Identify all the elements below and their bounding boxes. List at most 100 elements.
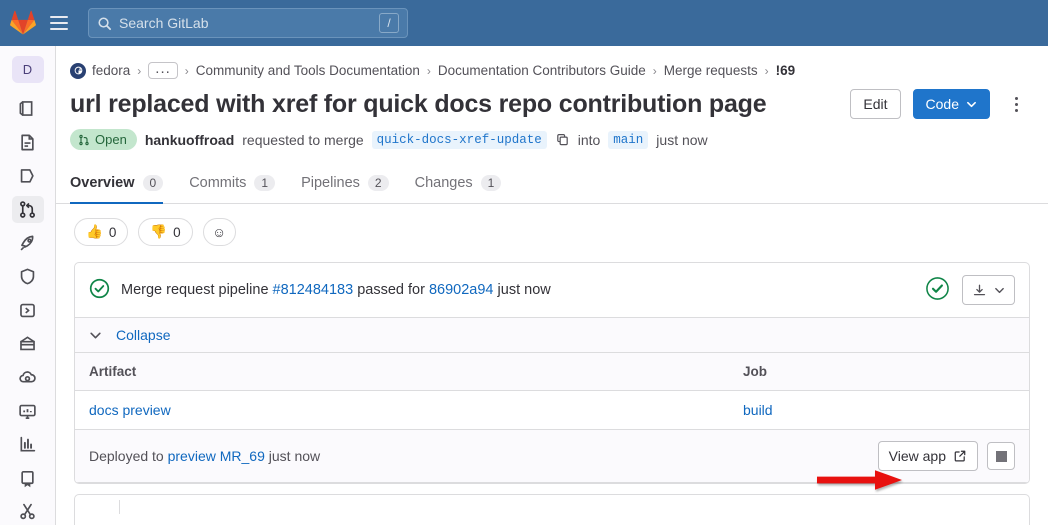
artifacts-table: Artifact Job docs preview build (75, 352, 1029, 483)
commit-sha-link[interactable]: 86902a94 (429, 282, 494, 298)
gitlab-logo-icon[interactable] (10, 10, 36, 36)
title-row: url replaced with xref for quick docs re… (56, 87, 1048, 119)
view-app-button[interactable]: View app (878, 441, 978, 471)
tab-overview-count: 0 (143, 175, 164, 191)
breadcrumb-item-merge-requests[interactable]: Merge requests (664, 63, 758, 78)
pipeline-passed-icon (89, 278, 110, 302)
search-shortcut-key: / (379, 13, 399, 33)
project-overview-icon (18, 99, 37, 118)
deployment-actions: View app (878, 441, 1015, 471)
search-input[interactable]: Search GitLab / (88, 8, 408, 38)
monitor-icon (18, 402, 37, 421)
environment-link[interactable]: preview MR_69 (168, 448, 265, 464)
source-branch-chip[interactable]: quick-docs-xref-update (372, 131, 547, 149)
deployment-time: just now (269, 448, 320, 464)
pipeline-id-link[interactable]: #812484183 (273, 282, 354, 298)
download-icon (972, 283, 987, 298)
status-success-icon[interactable] (925, 276, 950, 304)
next-widget-placeholder (74, 494, 1030, 525)
into-text: into (578, 132, 601, 148)
breadcrumb-project-label[interactable]: fedora (92, 63, 130, 78)
target-branch-chip[interactable]: main (608, 131, 648, 149)
deployments-icon (18, 301, 37, 320)
thumbs-up-reaction-button[interactable]: 👍 0 (74, 218, 128, 246)
status-badge-label: Open (95, 132, 127, 147)
collapse-label[interactable]: Collapse (116, 327, 170, 343)
merge-request-meta: Open hankuoffroad requested to merge qui… (56, 119, 1048, 150)
more-actions-kebab-menu[interactable] (1002, 89, 1030, 119)
package-icon (18, 334, 37, 353)
sidebar-item-repository[interactable] (12, 129, 44, 156)
breadcrumb-separator: › (185, 64, 189, 78)
tab-commits-label: Commits (189, 175, 246, 191)
copy-to-clipboard-icon[interactable] (555, 132, 570, 147)
thumbs-up-icon: 👍 (86, 224, 103, 240)
mr-created-time: just now (656, 132, 707, 148)
thumbs-down-reaction-button[interactable]: 👎 0 (138, 218, 192, 246)
mr-tabs: Overview 0 Commits 1 Pipelines 2 Changes… (56, 160, 1048, 204)
download-artifacts-button[interactable] (962, 275, 1015, 305)
chevron-down-icon (966, 99, 977, 110)
sidebar-item-security-compliance[interactable] (12, 263, 44, 290)
tab-commits-count: 1 (254, 175, 275, 191)
sidebar-item-issues[interactable] (12, 163, 44, 190)
breadcrumb-project[interactable]: fedora (70, 63, 130, 79)
page-title: url replaced with xref for quick docs re… (70, 90, 838, 119)
mr-author[interactable]: hankuoffroad (145, 132, 234, 148)
table-row: docs preview build (75, 391, 1029, 430)
pipeline-prefix: Merge request pipeline (121, 282, 269, 298)
sidebar-item-packages-registries[interactable] (12, 331, 44, 358)
tab-pipelines-label: Pipelines (301, 175, 360, 191)
breadcrumb-separator: › (427, 64, 431, 78)
add-reaction-button[interactable]: ☺ (203, 218, 236, 246)
breadcrumb-item-group[interactable]: Community and Tools Documentation (196, 63, 420, 78)
column-header-job: Job (729, 353, 1029, 391)
sidebar-item-project-overview[interactable] (12, 96, 44, 123)
stop-environment-button[interactable] (987, 442, 1015, 470)
artifact-link[interactable]: docs preview (89, 402, 171, 418)
breadcrumb-expand-button[interactable]: ... (148, 62, 178, 79)
tab-pipelines[interactable]: Pipelines 2 (301, 175, 389, 204)
tab-overview[interactable]: Overview 0 (70, 175, 163, 204)
thumbs-down-count: 0 (173, 225, 181, 240)
thumbs-down-icon: 👎 (150, 224, 167, 240)
sidebar-item-deployments[interactable] (12, 297, 44, 324)
hamburger-menu-icon[interactable] (46, 10, 72, 36)
breadcrumb-current-mr: !69 (776, 63, 796, 78)
sidebar-item-snippets[interactable] (12, 499, 44, 525)
sidebar-item-ci-cd[interactable] (12, 230, 44, 257)
search-icon (97, 16, 112, 31)
sidebar-item-merge-requests[interactable] (12, 196, 44, 223)
breadcrumb: fedora › ... › Community and Tools Docum… (56, 46, 1048, 87)
sidebar-item-analytics[interactable] (12, 431, 44, 458)
edit-button[interactable]: Edit (850, 89, 900, 119)
search-placeholder: Search GitLab (119, 15, 372, 31)
thumbs-up-count: 0 (109, 225, 117, 240)
project-avatar[interactable]: D (12, 56, 44, 83)
sidebar-item-monitor[interactable] (12, 398, 44, 425)
rocket-icon (18, 234, 37, 253)
document-icon (18, 133, 37, 152)
job-link[interactable]: build (743, 402, 773, 418)
tab-pipelines-count: 2 (368, 175, 389, 191)
sidebar-item-infrastructure[interactable] (12, 364, 44, 391)
pipeline-actions (925, 275, 1015, 305)
pipeline-middle-text: passed for (357, 282, 425, 298)
tab-changes[interactable]: Changes 1 (415, 175, 502, 204)
mr-action-text: requested to merge (242, 132, 363, 148)
project-avatar-icon (70, 63, 86, 79)
tab-commits[interactable]: Commits 1 (189, 175, 275, 204)
reactions-bar: 👍 0 👎 0 ☺ (56, 204, 1048, 246)
book-icon (18, 469, 37, 488)
main-content: fedora › ... › Community and Tools Docum… (56, 46, 1048, 525)
sidebar-item-wiki[interactable] (12, 465, 44, 492)
chevron-down-icon[interactable] (89, 329, 102, 342)
collapse-row[interactable]: Collapse (75, 317, 1029, 352)
column-header-artifact: Artifact (75, 353, 729, 391)
breadcrumb-item-project[interactable]: Documentation Contributors Guide (438, 63, 646, 78)
code-button[interactable]: Code (913, 89, 990, 119)
merge-request-icon (78, 134, 90, 146)
artifact-cell: docs preview (75, 391, 729, 430)
job-cell: build (729, 391, 1029, 430)
tab-changes-count: 1 (481, 175, 502, 191)
